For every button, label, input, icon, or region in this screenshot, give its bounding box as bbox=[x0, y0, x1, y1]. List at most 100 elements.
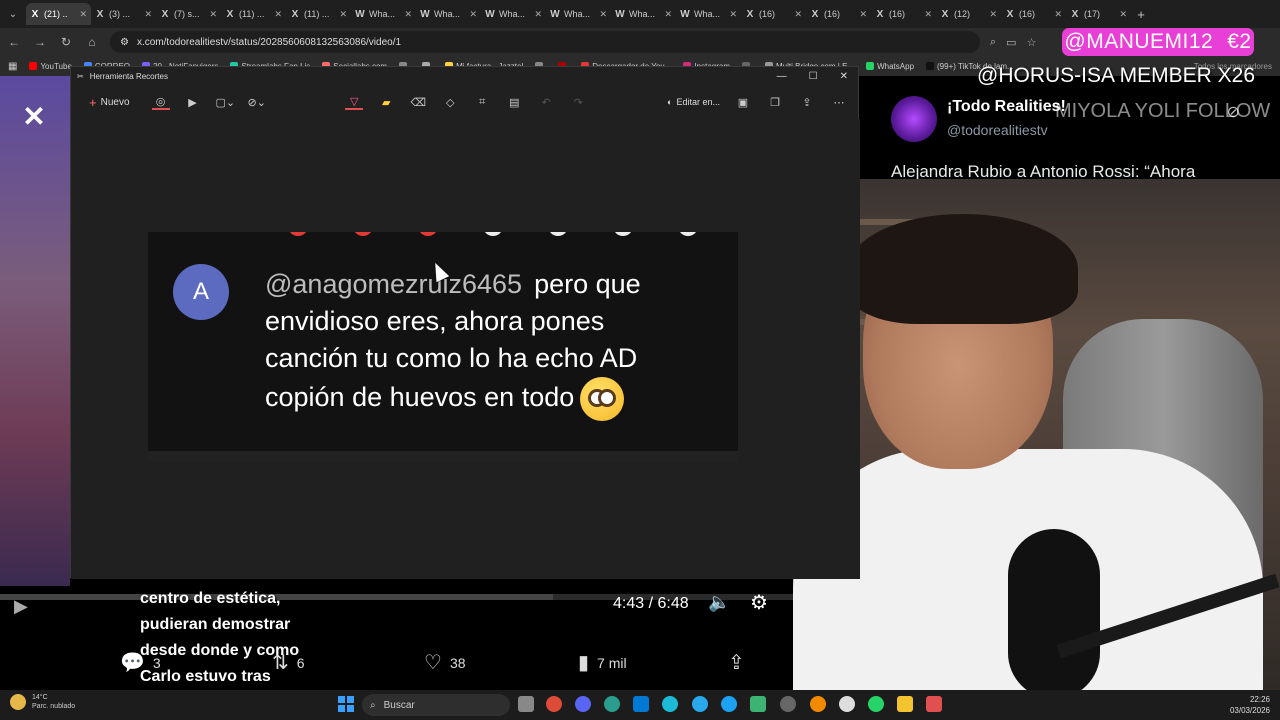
taskbar-clock[interactable]: 22:26 03/03/2026 bbox=[1220, 694, 1270, 716]
copy-icon[interactable]: ❐ bbox=[766, 96, 784, 109]
pen-icon[interactable]: ▽ bbox=[345, 95, 364, 110]
tab-close-icon[interactable]: ✕ bbox=[599, 9, 607, 20]
browser-tab[interactable]: X (7) s... ✕ bbox=[156, 3, 221, 25]
url-field[interactable]: ⚙ x.com/todorealitiestv/status/202856060… bbox=[110, 31, 980, 53]
weather-widget[interactable]: 14°C Parc. nublado bbox=[10, 693, 75, 711]
save-icon[interactable]: ▣ bbox=[734, 96, 752, 109]
settings-gear-icon[interactable]: ⚙ bbox=[750, 590, 768, 615]
edge-icon[interactable] bbox=[662, 696, 678, 712]
screenshot-mode-icon[interactable]: ◎ bbox=[151, 95, 170, 110]
whatsapp-icon[interactable] bbox=[868, 696, 884, 712]
browser-tab[interactable]: X (12) ✕ bbox=[936, 3, 1001, 25]
repost-button[interactable]: ⇅ 6 bbox=[272, 650, 305, 675]
apps-icon[interactable]: ▦ bbox=[8, 61, 17, 72]
browser-tab[interactable]: W Wha... ✕ bbox=[416, 3, 481, 25]
highlighter-icon[interactable]: ▰ bbox=[377, 96, 395, 109]
tab-close-icon[interactable]: ✕ bbox=[534, 9, 542, 20]
tab-close-icon[interactable]: ✕ bbox=[664, 9, 672, 20]
app-icon[interactable] bbox=[810, 696, 826, 712]
tab-search-icon[interactable]: ⌄ bbox=[0, 0, 26, 28]
volume-icon[interactable]: 🔈 bbox=[708, 592, 730, 613]
tab-close-icon[interactable]: ✕ bbox=[1054, 9, 1062, 20]
discord-icon[interactable] bbox=[575, 696, 591, 712]
tab-close-icon[interactable]: ✕ bbox=[859, 9, 867, 20]
delay-icon[interactable]: ⊘⌄ bbox=[248, 96, 266, 109]
video-mode-icon[interactable]: ▶ bbox=[184, 96, 202, 109]
text-actions-icon[interactable]: ▤ bbox=[505, 96, 523, 109]
bookmark-item[interactable]: YouTube bbox=[29, 62, 72, 71]
app-icon[interactable] bbox=[780, 696, 796, 712]
tab-close-icon[interactable]: ✕ bbox=[144, 9, 152, 20]
browser-tab[interactable]: X (16) ✕ bbox=[1001, 3, 1066, 25]
browser-tab[interactable]: X (16) ✕ bbox=[871, 3, 936, 25]
file-explorer-icon[interactable] bbox=[897, 696, 913, 712]
app-icon[interactable] bbox=[839, 696, 855, 712]
outlook-icon[interactable] bbox=[633, 696, 649, 712]
tab-close-icon[interactable]: ✕ bbox=[209, 9, 217, 20]
snip-shape-icon[interactable]: ▢⌄ bbox=[216, 96, 236, 109]
undo-icon[interactable]: ↶ bbox=[537, 96, 555, 109]
bookmark-star-icon[interactable]: ☆ bbox=[1027, 36, 1037, 49]
reload-icon[interactable]: ↻ bbox=[58, 35, 74, 49]
share-icon[interactable]: ⇪ bbox=[798, 96, 816, 109]
snipping-tool-taskbar-icon[interactable] bbox=[926, 696, 942, 712]
back-icon[interactable]: ← bbox=[6, 35, 22, 49]
minimize-icon[interactable]: — bbox=[777, 71, 787, 82]
new-tab-button[interactable]: + bbox=[1131, 7, 1151, 22]
new-snip-button[interactable]: + Nuevo bbox=[81, 92, 138, 113]
browser-tab[interactable]: W Wha... ✕ bbox=[351, 3, 416, 25]
close-video-icon[interactable]: ✕ bbox=[14, 100, 54, 132]
telegram-icon[interactable] bbox=[692, 696, 708, 712]
task-view-icon[interactable] bbox=[518, 696, 534, 712]
browser-tab[interactable]: X (11) ... ✕ bbox=[286, 3, 351, 25]
site-info-icon[interactable]: ⚙ bbox=[120, 37, 129, 48]
browser-tab[interactable]: X (17) ✕ bbox=[1066, 3, 1131, 25]
browser-tab[interactable]: W Wha... ✕ bbox=[611, 3, 676, 25]
browser-tab[interactable]: X (3) ... ✕ bbox=[91, 3, 156, 25]
zoom-icon[interactable]: ⌕ bbox=[990, 36, 996, 49]
browser-tab[interactable]: X (21) .. ✕ bbox=[26, 3, 91, 25]
app-icon[interactable] bbox=[750, 696, 766, 712]
eraser-icon[interactable]: ⌫ bbox=[409, 96, 427, 109]
reply-button[interactable]: 💬 3 bbox=[120, 650, 161, 675]
tab-close-icon[interactable]: ✕ bbox=[79, 9, 87, 20]
browser-tab[interactable]: W Wha... ✕ bbox=[481, 3, 546, 25]
tab-close-icon[interactable]: ✕ bbox=[924, 9, 932, 20]
tweet-author-name[interactable]: ¡Todo Realities! bbox=[947, 98, 1066, 116]
like-button[interactable]: ♡ 38 bbox=[424, 650, 466, 675]
bookmark-item[interactable]: WhatsApp bbox=[866, 62, 914, 71]
browser-tab[interactable]: X (16) ✕ bbox=[741, 3, 806, 25]
maximize-icon[interactable]: ☐ bbox=[809, 71, 818, 82]
shapes-icon[interactable]: ◇ bbox=[441, 96, 459, 109]
tab-close-icon[interactable]: ✕ bbox=[729, 9, 737, 20]
tab-close-icon[interactable]: ✕ bbox=[1119, 9, 1127, 20]
edit-in-button[interactable]: ◐ Editar en... bbox=[667, 97, 720, 107]
browser-tab[interactable]: X (11) ... ✕ bbox=[221, 3, 286, 25]
app-icon[interactable] bbox=[604, 696, 620, 712]
tab-close-icon[interactable]: ✕ bbox=[989, 9, 997, 20]
views-button[interactable]: ▮ 7 mil bbox=[578, 650, 627, 675]
more-icon[interactable]: ⋯ bbox=[830, 96, 848, 109]
tab-close-icon[interactable]: ✕ bbox=[794, 9, 802, 20]
tab-close-icon[interactable]: ✕ bbox=[469, 9, 477, 20]
forward-icon[interactable]: → bbox=[32, 35, 48, 49]
tab-close-icon[interactable]: ✕ bbox=[339, 9, 347, 20]
home-icon[interactable]: ⌂ bbox=[84, 35, 100, 49]
crop-icon[interactable]: ⌗ bbox=[473, 96, 491, 109]
tab-close-icon[interactable]: ✕ bbox=[274, 9, 282, 20]
close-icon[interactable]: ✕ bbox=[840, 71, 848, 82]
chrome-icon[interactable] bbox=[546, 696, 562, 712]
play-icon[interactable]: ▶ bbox=[14, 596, 28, 617]
browser-tab[interactable]: W Wha... ✕ bbox=[546, 3, 611, 25]
taskbar-search[interactable]: ⌕ Buscar bbox=[362, 694, 510, 716]
browser-tab[interactable]: X (16) ✕ bbox=[806, 3, 871, 25]
cast-icon[interactable]: ▭ bbox=[1006, 36, 1016, 49]
windows-start-icon[interactable] bbox=[338, 696, 354, 712]
tweet-avatar[interactable] bbox=[891, 96, 937, 142]
share-button[interactable]: ⇪ bbox=[728, 650, 745, 675]
tweet-author-handle[interactable]: @todorealitiestv bbox=[947, 122, 1048, 138]
browser-tab[interactable]: W Wha... ✕ bbox=[676, 3, 741, 25]
tab-close-icon[interactable]: ✕ bbox=[404, 9, 412, 20]
redo-icon[interactable]: ↷ bbox=[569, 96, 587, 109]
app-icon[interactable] bbox=[721, 696, 737, 712]
